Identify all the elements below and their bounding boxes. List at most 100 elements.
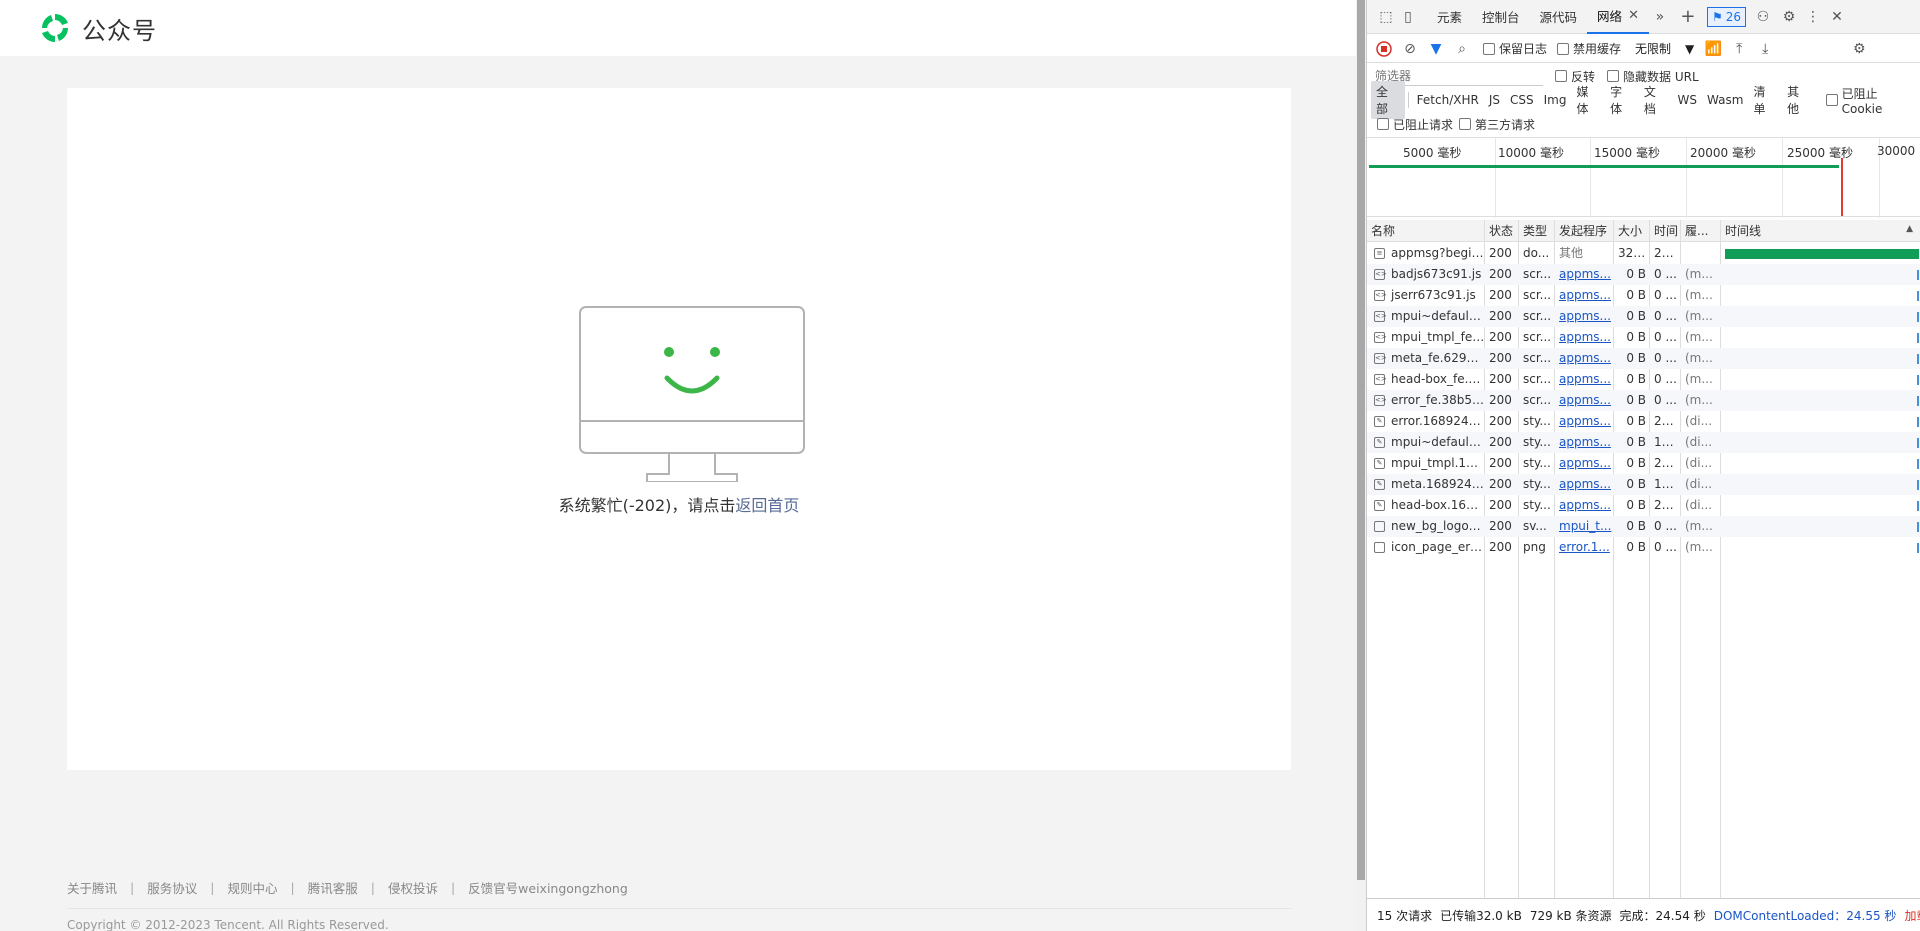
more-tabs-icon[interactable]: » [1649, 6, 1671, 28]
script-file-icon: <> [1374, 395, 1387, 406]
blocked-requests-checkbox[interactable]: 已阻止请求 [1377, 116, 1453, 133]
request-initiator[interactable]: appms... [1555, 369, 1614, 390]
device-toolbar-icon[interactable]: ▯ [1397, 6, 1419, 28]
page-scrollbar[interactable] [1356, 0, 1366, 931]
request-row[interactable]: <> badjs673c91.js 200 scr... appms... 0 B 0 ..… [1367, 264, 1920, 285]
network-settings-icon[interactable]: ⚙ [1848, 38, 1870, 60]
column-header-6[interactable]: 履... [1681, 220, 1721, 242]
footer-link[interactable]: 关于腾讯 [67, 878, 117, 897]
settings-gear-icon[interactable]: ⚙ [1778, 6, 1800, 28]
blocked-cookies-checkbox[interactable]: 已阻止 Cookie [1825, 85, 1920, 116]
column-header-0[interactable]: 名称 [1367, 220, 1485, 242]
request-row[interactable]: icon_page_erro... 200 png error.1... 0 B 0 ..… [1367, 537, 1920, 558]
request-row[interactable]: ✎ error.16892420... 200 sty... appms... 0 B 20… [1367, 411, 1920, 432]
filter-funnel-icon[interactable]: ▼ [1425, 38, 1447, 60]
request-row[interactable]: ✎ head-box.1689... 200 sty... appms... 0 B 20 … [1367, 495, 1920, 516]
footer-link[interactable]: 侵权投诉 [388, 878, 438, 897]
third-party-checkbox[interactable]: 第三方请求 [1459, 116, 1535, 133]
request-row[interactable]: ✎ mpui_tmpl.168... 200 sty... appms... 0 B 20 … [1367, 453, 1920, 474]
add-tab-icon[interactable]: + [1677, 6, 1699, 28]
network-status-bar: 15 次请求 已传输32.0 kB 729 kB 条资源 完成：24.54 秒 … [1367, 898, 1920, 931]
more-options-icon[interactable]: ⋮ [1802, 6, 1824, 28]
request-name: meta_fe.629a8... [1391, 351, 1485, 365]
type-filter-8[interactable]: WS [1673, 91, 1702, 109]
footer-link[interactable]: 规则中心 [227, 878, 277, 897]
clear-icon[interactable]: ⊘ [1399, 38, 1421, 60]
network-conditions-icon[interactable]: 📶 [1702, 38, 1724, 60]
waterfall-bar [1917, 480, 1920, 490]
disable-cache-label: 禁用缓存 [1573, 42, 1622, 56]
column-header-2[interactable]: 类型 [1519, 220, 1555, 242]
request-initiator[interactable]: appms... [1555, 432, 1614, 453]
preserve-log-checkbox[interactable]: 保留日志 [1483, 40, 1547, 57]
request-row[interactable]: <> mpui_tmpl_fe.3... 200 scr... appms... 0 B 0… [1367, 327, 1920, 348]
type-filter-9[interactable]: Wasm [1702, 91, 1748, 109]
request-row[interactable]: <> error_fe.38b5fa... 200 scr... appms... 0 B… [1367, 390, 1920, 411]
request-initiator[interactable]: appms... [1555, 285, 1614, 306]
script-file-icon: <> [1374, 290, 1387, 301]
column-header-4[interactable]: 大小 [1614, 220, 1650, 242]
request-row[interactable]: ✎ meta.1689242... 200 sty... appms... 0 B 19 .… [1367, 474, 1920, 495]
request-fulfilled: (m... [1685, 267, 1713, 281]
overview-tick-label: 20000 毫秒 [1690, 146, 1756, 160]
request-initiator[interactable]: appms... [1555, 348, 1614, 369]
throttling-select[interactable]: 无限制 ▼ [1635, 40, 1694, 57]
request-fulfilled: (m... [1685, 393, 1713, 407]
footer-link[interactable]: 腾讯客服 [308, 878, 358, 897]
close-devtools-icon[interactable]: ✕ [1826, 6, 1848, 28]
issues-badge[interactable]: ⚑ 26 [1706, 6, 1747, 27]
request-initiator[interactable]: appms... [1555, 327, 1614, 348]
request-initiator[interactable]: appms... [1555, 264, 1614, 285]
page-scrollbar-thumb[interactable] [1357, 0, 1365, 880]
request-status: 200 [1489, 414, 1512, 428]
request-status: 200 [1489, 246, 1512, 260]
request-fulfilled: (m... [1685, 519, 1713, 533]
search-icon[interactable]: ⌕ [1451, 38, 1473, 60]
request-fulfilled: (di... [1685, 498, 1713, 512]
close-tab-icon[interactable]: ✕ [1628, 8, 1639, 23]
footer-link[interactable]: 反馈官号weixingongzhong [468, 878, 628, 897]
column-header-3[interactable]: 发起程序 [1555, 220, 1614, 242]
request-initiator[interactable]: error.1... [1555, 537, 1614, 558]
type-filter-4[interactable]: Img [1539, 91, 1572, 109]
request-status: 200 [1489, 330, 1512, 344]
column-header-1[interactable]: 状态 [1485, 220, 1519, 242]
export-har-icon[interactable]: ⤓ [1754, 38, 1776, 60]
request-row[interactable]: ✎ mpui~default.... 200 sty... appms... 0 B 17 … [1367, 432, 1920, 453]
request-row[interactable]: <> head-box_fe.3... 200 scr... appms... 0 B 0 … [1367, 369, 1920, 390]
tab-console[interactable]: 控制台 [1472, 0, 1530, 34]
sort-ascending-icon[interactable]: ▲ [1906, 224, 1913, 234]
request-type: sty... [1523, 477, 1551, 491]
request-initiator[interactable]: appms... [1555, 306, 1614, 327]
people-icon[interactable]: ⚇ [1752, 6, 1774, 28]
request-initiator[interactable]: appms... [1555, 453, 1614, 474]
request-initiator[interactable]: mpui_t... [1555, 516, 1614, 537]
request-row[interactable]: <> meta_fe.629a8... 200 scr... appms... 0 B 0 … [1367, 348, 1920, 369]
column-header-7[interactable]: 时间线 [1721, 220, 1920, 242]
logo[interactable]: 公众号 [38, 12, 157, 45]
request-initiator[interactable]: appms... [1555, 474, 1614, 495]
type-filter-3[interactable]: CSS [1505, 91, 1539, 109]
column-header-5[interactable]: 时间 [1650, 220, 1681, 242]
tab-network[interactable]: 网络 ✕ [1587, 0, 1649, 34]
request-row[interactable]: <> mpui~default_... 200 scr... appms... 0 B 0 … [1367, 306, 1920, 327]
request-initiator[interactable]: appms... [1555, 495, 1614, 516]
request-row[interactable]: new_bg_logo_... 200 sv... mpui_t... 0 B 0 ...… [1367, 516, 1920, 537]
tab-elements[interactable]: 元素 [1427, 0, 1472, 34]
request-row[interactable]: ≡ appmsg?begin... 200 do... 其他 32.... 24.... [1367, 243, 1920, 264]
request-fulfilled: (di... [1685, 414, 1713, 428]
disable-cache-checkbox[interactable]: 禁用缓存 [1557, 40, 1621, 57]
network-overview-timeline[interactable]: 5000 毫秒 10000 毫秒 15000 毫秒 20000 毫秒 25000 毫秒 3… [1367, 137, 1920, 218]
import-har-icon[interactable]: ⤒ [1728, 38, 1750, 60]
tab-sources[interactable]: 源代码 [1530, 0, 1588, 34]
type-filter-2[interactable]: JS [1484, 91, 1505, 109]
request-initiator[interactable]: appms... [1555, 390, 1614, 411]
type-filter-1[interactable]: Fetch/XHR [1412, 91, 1484, 109]
record-stop-icon[interactable] [1373, 38, 1395, 60]
footer-link[interactable]: 服务协议 [147, 878, 197, 897]
request-initiator[interactable]: appms... [1555, 411, 1614, 432]
request-row[interactable]: <> jserr673c91.js 200 scr... appms... 0 B 0 ..… [1367, 285, 1920, 306]
network-toolbar: ⊘ ▼ ⌕ 保留日志 禁用缓存 无限制 ▼ 📶 ⤒ ⤓ ⚙ [1367, 35, 1920, 63]
back-home-link[interactable]: 返回首页 [735, 496, 799, 515]
inspect-element-icon[interactable]: ⬚ [1375, 6, 1397, 28]
